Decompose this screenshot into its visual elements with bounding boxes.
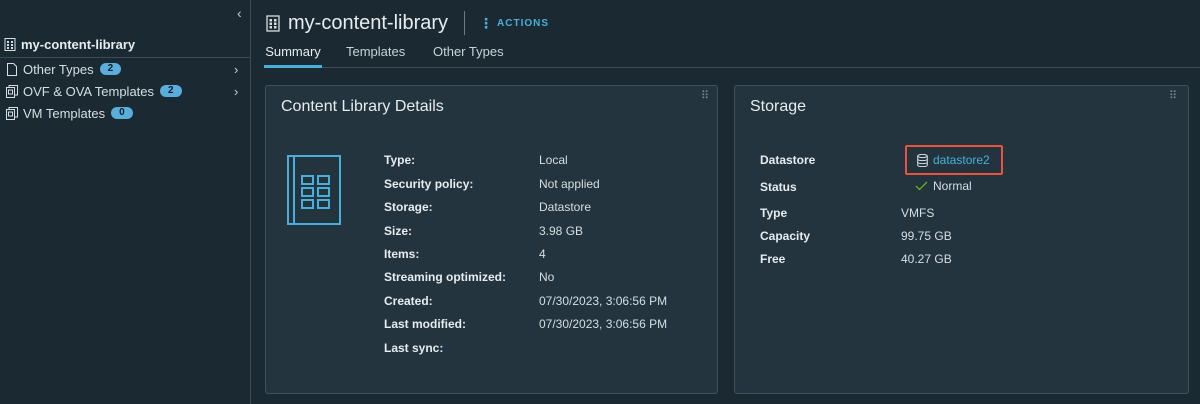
sidebar-item-other-types[interactable]: Other Types 2 › — [0, 58, 251, 80]
detail-label: Last sync: — [384, 341, 444, 355]
detail-value: Datastore — [539, 200, 592, 214]
sidebar-item-label: Other Types — [23, 61, 94, 77]
detail-value: No — [539, 270, 555, 284]
detail-value: Local — [539, 153, 568, 167]
count-badge: 0 — [111, 107, 133, 119]
drag-handle-icon[interactable]: ⠿ — [701, 91, 710, 102]
vertical-dots-icon: ⋮ — [479, 14, 494, 31]
tab-templates[interactable]: Templates — [346, 44, 405, 68]
detail-label: Type: — [384, 153, 416, 167]
type-value: VMFS — [901, 206, 935, 220]
detail-value: Not applied — [539, 177, 600, 191]
detail-value: 3.98 GB — [539, 224, 584, 238]
chevron-right-icon[interactable]: › — [234, 84, 238, 99]
detail-value: 07/30/2023, 3:06:56 PM — [539, 317, 668, 331]
count-badge: 2 — [160, 85, 182, 97]
detail-label: Size: — [384, 224, 413, 238]
sidebar-item-label: VM Templates — [23, 105, 106, 121]
datastore-label: Datastore — [760, 153, 816, 167]
datastore-link[interactable]: datastore2 — [917, 153, 990, 167]
card-title: Storage — [750, 98, 807, 115]
checkmark-icon — [915, 181, 928, 191]
page-title: my-content-library — [288, 11, 449, 34]
datastore-icon — [917, 153, 928, 167]
tab-other-types[interactable]: Other Types — [433, 44, 504, 68]
status-label: Status — [760, 180, 797, 194]
datastore-highlight: datastore2 — [905, 145, 1003, 175]
type-label: Type — [760, 206, 788, 220]
vm-template-icon — [6, 106, 18, 120]
actions-label: ACTIONS — [497, 17, 550, 29]
sidebar-library-header[interactable]: my-content-library — [0, 32, 251, 58]
title-divider — [464, 11, 466, 35]
capacity-value: 99.75 GB — [901, 229, 952, 243]
actions-menu-button[interactable]: ⋮ ACTIONS — [479, 15, 549, 32]
file-icon — [7, 62, 17, 76]
collapse-sidebar-button[interactable]: ‹ — [237, 6, 251, 20]
status-text: Normal — [933, 179, 972, 193]
sidebar-item-vm-templates[interactable]: VM Templates 0 — [0, 102, 251, 124]
tab-summary[interactable]: Summary — [264, 44, 322, 68]
content-library-icon — [266, 14, 280, 32]
detail-value: 4 — [539, 247, 546, 261]
detail-label: Created: — [384, 294, 433, 308]
detail-label: Security policy: — [384, 177, 474, 191]
status-value: Normal — [915, 179, 972, 193]
detail-label: Streaming optimized: — [384, 270, 507, 284]
storage-card: Storage ⠿ Datastore datastore2 Status No… — [734, 85, 1189, 394]
content-library-icon — [4, 38, 16, 51]
drag-handle-icon[interactable]: ⠿ — [1169, 91, 1178, 102]
detail-label: Last modified: — [384, 317, 467, 331]
capacity-label: Capacity — [760, 229, 811, 243]
chevron-right-icon[interactable]: › — [234, 62, 238, 77]
detail-value: 07/30/2023, 3:06:56 PM — [539, 294, 668, 308]
datastore-link-text: datastore2 — [933, 153, 990, 167]
detail-label: Storage: — [384, 200, 433, 214]
page-header: my-content-library ⋮ ACTIONS — [266, 10, 549, 36]
sidebar-item-ovf-ova-templates[interactable]: OVF & OVA Templates 2 › — [0, 80, 251, 102]
sidebar-item-label: OVF & OVA Templates — [23, 83, 155, 99]
content-library-details-card: Content Library Details ⠿ Type: Local Se… — [265, 85, 718, 394]
tab-bar: Summary Templates Other Types — [264, 44, 1200, 68]
free-value: 40.27 GB — [901, 252, 952, 266]
content-library-illustration-icon — [287, 155, 341, 225]
sidebar-library-name: my-content-library — [21, 37, 136, 52]
sidebar: ‹ my-content-library Other Types 2 › OVF… — [0, 0, 251, 404]
ovf-template-icon — [6, 84, 18, 98]
count-badge: 2 — [99, 63, 122, 75]
free-label: Free — [760, 252, 786, 266]
detail-label: Items: — [384, 247, 420, 261]
card-title: Content Library Details — [281, 98, 444, 115]
